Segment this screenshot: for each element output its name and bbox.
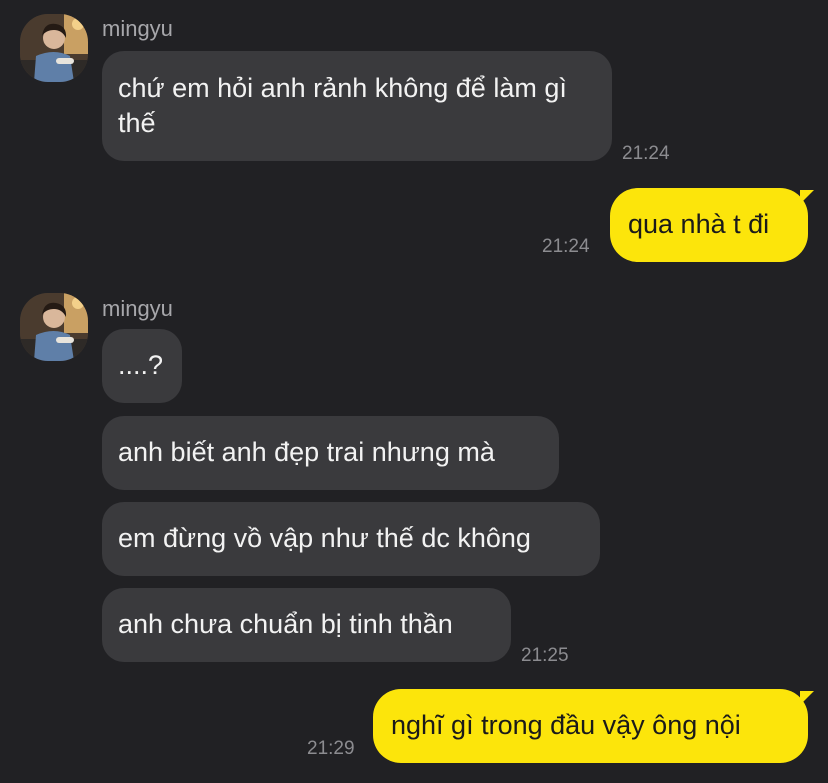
message-text: nghĩ gì trong đầu vậy ông nội (391, 710, 741, 740)
bubble-tail (800, 190, 814, 204)
bubble-tail (800, 691, 814, 705)
profile-photo (20, 14, 88, 82)
message-text: ....? (118, 350, 164, 380)
incoming-message[interactable]: anh biết anh đẹp trai nhưng mà (102, 416, 559, 490)
contact-avatar[interactable] (20, 14, 88, 82)
incoming-message[interactable]: em đừng vồ vập như thế dc không (102, 502, 600, 576)
incoming-message[interactable]: chứ em hỏi anh rảnh không để làm gì thế (102, 51, 612, 161)
message-text: anh biết anh đẹp trai nhưng mà (118, 437, 495, 467)
incoming-message[interactable]: ....? (102, 329, 182, 403)
message-text: chứ em hỏi anh rảnh không để làm gì thế (118, 73, 567, 138)
sender-name: mingyu (102, 16, 173, 41)
outgoing-message[interactable]: nghĩ gì trong đầu vậy ông nội (373, 689, 808, 763)
outgoing-message[interactable]: qua nhà t đi (610, 188, 808, 262)
message-timestamp: 21:24 (542, 236, 590, 257)
sender-name: mingyu (102, 296, 173, 321)
profile-photo (20, 293, 88, 361)
message-timestamp: 21:25 (521, 645, 569, 666)
message-timestamp: 21:29 (307, 738, 355, 759)
incoming-message[interactable]: anh chưa chuẩn bị tinh thần (102, 588, 511, 662)
message-text: anh chưa chuẩn bị tinh thần (118, 609, 453, 639)
message-text: em đừng vồ vập như thế dc không (118, 523, 531, 553)
message-timestamp: 21:24 (622, 143, 670, 164)
contact-avatar[interactable] (20, 293, 88, 361)
message-text: qua nhà t đi (628, 209, 770, 239)
